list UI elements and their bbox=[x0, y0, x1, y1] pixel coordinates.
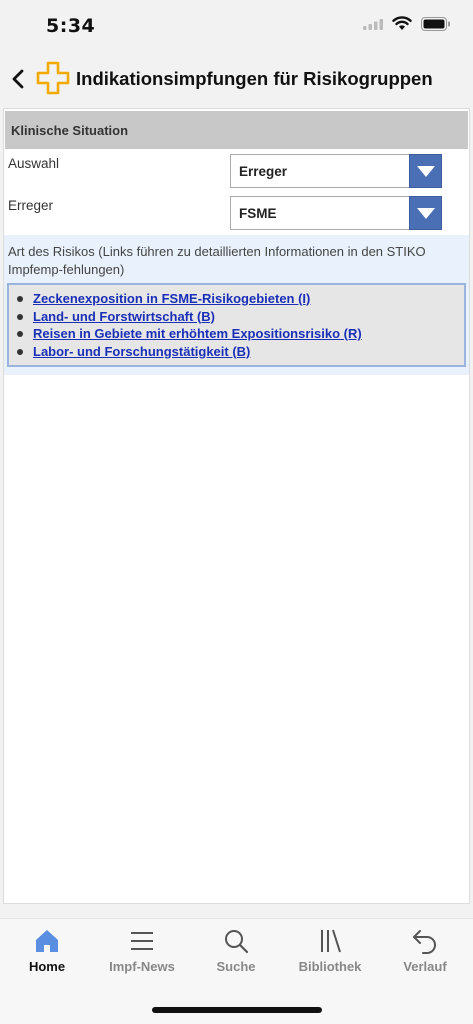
tab-suche[interactable]: Suche bbox=[189, 927, 283, 987]
risk-link-land-forstwirtschaft[interactable]: Land- und Forstwirtschaft (B) bbox=[33, 309, 215, 324]
tab-bibliothek[interactable]: Bibliothek bbox=[283, 927, 377, 987]
section-heading: Klinische Situation bbox=[11, 123, 129, 138]
content-panel: Klinische Situation Auswahl Erreger Erre… bbox=[3, 108, 470, 904]
auswahl-label: Auswahl bbox=[8, 156, 60, 171]
search-icon bbox=[225, 930, 249, 954]
risk-section: Art des Risikos (Links führen zu detaill… bbox=[4, 235, 469, 375]
risk-link-labor-forschung[interactable]: Labor- und Forschungstätigkeit (B) bbox=[33, 344, 250, 359]
medical-cross-logo-icon bbox=[36, 61, 70, 95]
risk-list-item: Land- und Forstwirtschaft (B) bbox=[15, 309, 362, 327]
menu-lines-icon bbox=[131, 932, 153, 950]
risk-link-zeckenexposition[interactable]: Zeckenexposition in FSME-Risikogebieten … bbox=[33, 291, 310, 306]
auswahl-select-value: Erreger bbox=[239, 164, 288, 179]
status-bar: 5:34 bbox=[0, 0, 473, 52]
risk-list-item: Labor- und Forschungstätigkeit (B) bbox=[15, 344, 362, 362]
tab-impf-news-label: Impf-News bbox=[109, 959, 175, 974]
undo-arrow-icon bbox=[413, 930, 436, 954]
section-header: Klinische Situation bbox=[5, 111, 468, 149]
tab-bibliothek-label: Bibliothek bbox=[298, 959, 362, 974]
tab-impf-news[interactable]: Impf-News bbox=[95, 927, 189, 987]
tab-verlauf[interactable]: Verlauf bbox=[378, 927, 472, 987]
dropdown-arrow-icon bbox=[417, 166, 435, 177]
tab-suche-label: Suche bbox=[216, 959, 256, 974]
erreger-label: Erreger bbox=[8, 198, 54, 213]
home-indicator bbox=[152, 1007, 322, 1013]
back-chevron-icon[interactable] bbox=[8, 64, 30, 94]
navigation-bar: Indikationsimpfungen für Risikogruppen bbox=[0, 52, 473, 108]
risk-list: Zeckenexposition in FSME-Risikogebieten … bbox=[15, 291, 362, 361]
tab-verlauf-label: Verlauf bbox=[403, 959, 447, 974]
erreger-select-value: FSME bbox=[239, 206, 277, 221]
home-icon bbox=[36, 930, 58, 952]
tab-home[interactable]: Home bbox=[0, 927, 94, 987]
page-title: Indikationsimpfungen für Risikogruppen bbox=[76, 68, 433, 89]
wifi-icon bbox=[392, 16, 412, 36]
auswahl-dropdown-button[interactable] bbox=[409, 154, 442, 188]
battery-icon bbox=[421, 16, 451, 36]
auswahl-select[interactable]: Erreger bbox=[230, 154, 442, 188]
erreger-select[interactable]: FSME bbox=[230, 196, 442, 230]
risk-list-box: Zeckenexposition in FSME-Risikogebieten … bbox=[7, 283, 466, 367]
risk-title: Art des Risikos (Links führen zu detaill… bbox=[8, 244, 426, 277]
signal-icon bbox=[363, 17, 383, 35]
erreger-dropdown-button[interactable] bbox=[409, 196, 442, 230]
status-icons bbox=[363, 16, 451, 36]
library-icon bbox=[321, 929, 341, 953]
risk-link-reisen[interactable]: Reisen in Gebiete mit erhöhtem Expositio… bbox=[33, 326, 362, 341]
status-time: 5:34 bbox=[46, 15, 96, 37]
dropdown-arrow-icon bbox=[417, 208, 435, 219]
tab-home-label: Home bbox=[28, 959, 66, 974]
risk-list-item: Zeckenexposition in FSME-Risikogebieten … bbox=[15, 291, 362, 309]
risk-list-item: Reisen in Gebiete mit erhöhtem Expositio… bbox=[15, 326, 362, 344]
